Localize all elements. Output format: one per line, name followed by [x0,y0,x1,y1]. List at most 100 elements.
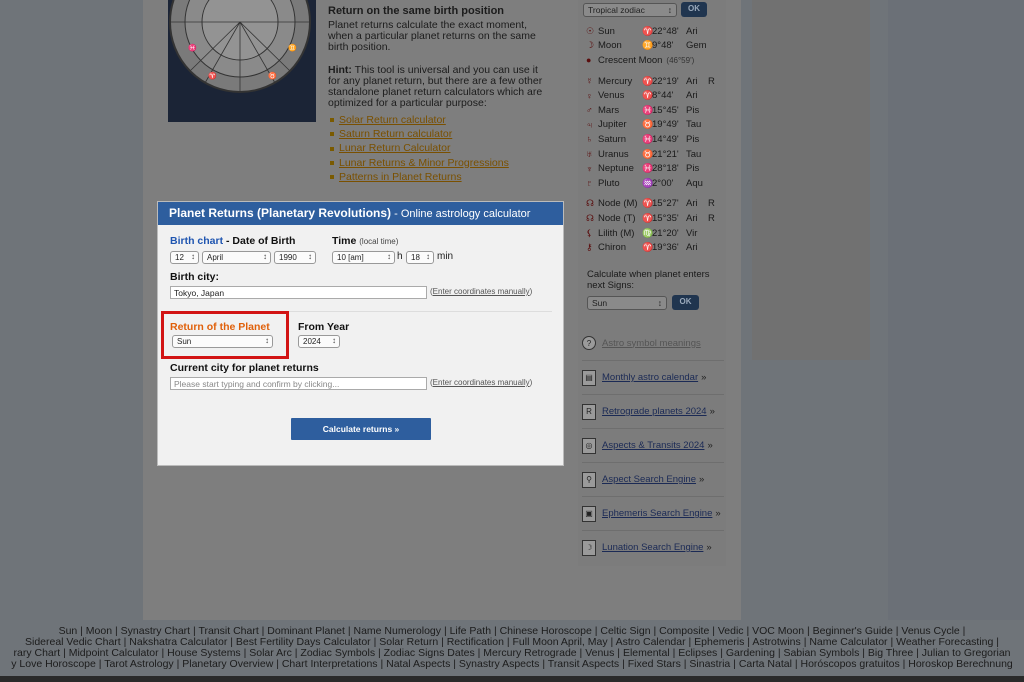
planet-sign: Vir [686,227,698,239]
select-arrow-icon: ↕ [657,298,662,308]
birth-date-label: Birth chart - Date of Birth [170,235,295,247]
birth-coords-link[interactable]: Enter coordinates manually [433,287,530,296]
return-planet-select[interactable]: Sun [172,335,273,348]
patterns-link[interactable]: Patterns in Planet Returns [339,171,462,183]
calendar-icon: ▤ [582,369,596,386]
retrograde-flag: R [708,212,715,224]
sign-glyph-icon: ♈ [642,75,654,86]
svg-text:♉: ♉ [268,71,277,80]
saturn-return-link[interactable]: Saturn Return calculator [339,128,452,140]
arrow: » [706,542,712,553]
article-heading: Return on the same birth position [328,5,505,17]
lunar-return-link[interactable]: Lunar Return Calculator [339,142,450,154]
planet-name: Neptune [598,163,634,175]
sign-ok-button[interactable]: OK [672,295,699,310]
planet-sign: Ari [686,75,698,87]
solar-return-link[interactable]: Solar Return calculator [339,114,446,126]
planet-positions-table: ☉ Sun ♈ 22°48' Ari ☽ Moon ♊ 9°48' Gem ● Crescent Mo… [586,24,726,255]
arrow: » [715,508,721,519]
planet-name: Saturn [598,133,626,145]
retrograde-link[interactable]: Retrograde planets 2024 [602,406,707,417]
sign-glyph-icon: ♈ [642,90,654,101]
planet-row: ☿ Mercury ♈ 22°19' Ari R [586,74,726,89]
birth-hour-select[interactable]: 10 [am] [332,251,395,264]
sign-glyph-icon: ♉ [642,148,654,159]
planet-degree: 19°49' [652,119,679,131]
birth-coords-manual: (Enter coordinates manually) [430,287,533,296]
sign-glyph-icon: ♓ [642,163,654,174]
planet-row: ☽ Moon ♊ 9°48' Gem [586,39,726,54]
planet-sign: Ari [686,198,698,210]
planet-name: Uranus [598,148,629,160]
minute-unit: min [437,251,454,262]
list-item: Saturn Return calculator [330,127,509,141]
planet-sign: Ari [686,242,698,254]
planet-row: ♃ Jupiter ♉ 19°49' Tau [586,118,726,133]
planet-degree: 21°20' [652,227,679,239]
birth-city-input[interactable]: Tokyo, Japan [170,286,427,299]
sidebar-link-symbols: ? Astro symbol meanings [582,326,724,360]
planet-row: ♀ Venus ♈ 8°44' Ari [586,88,726,103]
planet-name: Node (T) [598,212,636,224]
article-paragraph: Planet returns calculate the exact momen… [328,19,536,53]
arrow: » [699,474,705,485]
planet-degree: 28°18' [652,163,679,175]
planet-row: ♄ Saturn ♓ 14°49' Pis [586,132,726,147]
lunation-search-link[interactable]: Lunation Search Engine [602,542,703,553]
planet-returns-dialog: Planet Returns (Planetary Revolutions) -… [157,201,564,466]
planet-row: ● Crescent Moon (46°59') [586,53,726,68]
current-coords-link[interactable]: Enter coordinates manually [433,378,530,387]
sign-glyph-icon: ♓ [642,133,654,144]
hint-paragraph: Hint: This tool is universal and you can… [328,65,553,109]
sidebar-link-retrograde: R Retrograde planets 2024» [582,394,724,428]
planet-degree: 9°48' [652,40,674,52]
arrow: » [709,406,715,417]
birth-day-select[interactable]: 12 [170,251,199,264]
from-year-select[interactable]: 2024 [298,335,340,348]
svg-text:♓: ♓ [188,43,197,52]
ephemeris-search-link[interactable]: Ephemeris Search Engine [602,508,712,519]
planet-name: Lilith (M) [598,227,635,239]
planet-degree: 22°19' [652,75,679,87]
aspect-search-link[interactable]: Aspect Search Engine [602,474,696,485]
zodiac-select[interactable]: Tropical zodiac ↕ [583,3,677,17]
right-gutter [888,0,1024,620]
planet-degree: 14°49' [652,133,679,145]
current-city-input[interactable]: Please start typing and confirm by click… [170,377,427,390]
from-year-label: From Year [298,321,350,333]
planet-row: ♆ Neptune ♓ 28°18' Pis [586,161,726,176]
birth-city-label: Birth city: [170,271,220,283]
footer-line[interactable]: y Love Horoscope | Tarot Astrology | Pla… [0,659,1024,670]
planet-name: Chiron [598,242,626,254]
birth-chart-link[interactable]: Birth chart [170,235,223,247]
planet-glyph-icon: ♂ [586,105,593,116]
calc-when-text: Calculate when planet enters next Signs: [587,269,710,291]
planet-name: Crescent Moon [598,54,663,66]
birth-month-select[interactable]: April [202,251,271,264]
birth-minute-select[interactable]: 18 [406,251,434,264]
planet-glyph-icon: ⚸ [586,227,593,238]
zodiac-ok-button[interactable]: OK [681,2,707,17]
planet-glyph-icon: ☽ [586,40,595,51]
planet-degree: 8°44' [652,90,674,102]
lunar-returns-progressions-link[interactable]: Lunar Returns & Minor Progressions [339,157,509,169]
planet-sign: Tau [686,119,702,131]
planet-glyph-icon: ♇ [586,178,593,189]
sign-planet-select[interactable]: Sun ↕ [587,296,667,310]
planet-sign: Ari [686,212,698,224]
aspects-transits-link[interactable]: Aspects & Transits 2024 [602,440,704,451]
monthly-calendar-link[interactable]: Monthly astro calendar [602,372,698,383]
calculate-returns-button[interactable]: Calculate returns » [291,418,431,440]
sign-glyph-icon: ♈ [642,242,654,253]
ad-panel [752,0,870,360]
current-city-label: Current city for planet returns [170,362,319,374]
chart-wheel-image: ♓ ♈ ♉ ♊ [168,0,316,122]
astro-symbols-link[interactable]: Astro symbol meanings [602,338,701,349]
planet-row: ☊ Node (T) ♈ 15°35' Ari R [586,211,726,226]
list-item: Lunar Return Calculator [330,141,509,155]
sidebar-links: ? Astro symbol meanings ▤ Monthly astro ca… [582,326,724,564]
planet-degree: 2°00' [652,177,674,189]
sidebar-link-ephemeris: ▣ Ephemeris Search Engine» [582,496,724,530]
birth-year-select[interactable]: 1990 [274,251,316,264]
retrograde-flag: R [708,75,715,87]
